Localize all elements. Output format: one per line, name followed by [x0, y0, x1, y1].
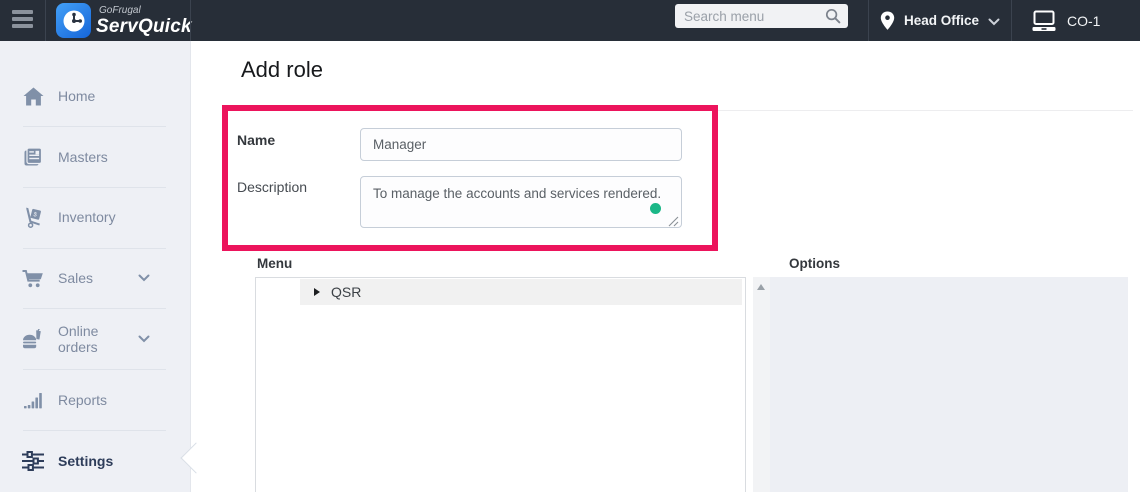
chevron-down-icon [138, 335, 150, 343]
brand-text: GoFrugal ServQuick [96, 3, 192, 37]
topbar-divider [190, 0, 191, 41]
textarea-resize-handle[interactable] [668, 216, 679, 227]
search-icon [825, 8, 841, 24]
green-dot-indicator [650, 203, 661, 214]
sidebar-divider [23, 248, 166, 249]
topbar-divider [1011, 0, 1012, 41]
settings-sliders-icon [22, 450, 44, 472]
brand-company: GoFrugal [99, 5, 192, 16]
sidebar-divider [23, 308, 166, 309]
role-name-input[interactable] [360, 128, 682, 161]
inventory-icon: $ [22, 206, 44, 228]
terminal-label: CO-1 [1067, 13, 1100, 29]
sidebar-item-home[interactable]: Home [0, 76, 190, 116]
sidebar-item-reports[interactable]: Reports [0, 380, 190, 420]
scroll-up-arrow-icon[interactable] [757, 284, 765, 290]
hamburger-menu-icon[interactable] [12, 10, 34, 30]
store-selector-label: Head Office [904, 13, 979, 28]
reports-icon [22, 389, 44, 411]
sidebar-item-label: Inventory [58, 209, 116, 225]
options-section-label: Options [789, 256, 840, 271]
name-field-label: Name [237, 132, 275, 148]
home-icon [22, 85, 44, 107]
sidebar-item-online-orders[interactable]: Online orders [0, 319, 190, 359]
tree-node-qsr[interactable]: QSR [300, 279, 742, 305]
terminal-indicator[interactable]: CO-1 [1032, 0, 1100, 41]
title-divider [241, 110, 1133, 111]
page-title: Add role [241, 57, 323, 83]
search-input[interactable] [675, 4, 848, 28]
chevron-down-icon [988, 18, 1000, 26]
main-content: Add role Name Description To manage the … [191, 41, 1140, 492]
sidebar-item-masters[interactable]: Masters [0, 137, 190, 177]
topbar: GoFrugal ServQuick Head Office CO-1 [0, 0, 1140, 41]
expand-caret-icon[interactable] [314, 288, 320, 296]
description-field-label: Description [237, 179, 307, 195]
location-pin-icon [880, 11, 895, 31]
brand-product: ServQuick [96, 16, 192, 37]
topbar-divider [45, 0, 46, 41]
store-selector[interactable]: Head Office [880, 0, 1000, 41]
online-orders-icon [22, 328, 44, 350]
sidebar: Home Masters $ [0, 41, 191, 492]
computer-icon [1032, 10, 1058, 32]
chevron-down-icon [138, 274, 150, 282]
brand-logo[interactable]: GoFrugal ServQuick [56, 3, 192, 38]
tree-node-label: QSR [331, 284, 361, 300]
options-panel [770, 277, 1128, 492]
sidebar-divider [23, 430, 166, 431]
sidebar-item-settings[interactable]: Settings [0, 441, 190, 481]
sidebar-item-label: Home [58, 88, 95, 104]
servquick-clock-logo-icon [56, 3, 91, 38]
sidebar-divider [23, 126, 166, 127]
masters-icon [22, 146, 44, 168]
sidebar-item-inventory[interactable]: $ Inventory [0, 197, 190, 237]
sales-cart-icon [22, 267, 44, 289]
sidebar-item-label: Reports [58, 392, 107, 408]
menu-tree-panel: QSR [255, 277, 746, 492]
sidebar-divider [23, 369, 166, 370]
sidebar-item-label: Sales [58, 270, 93, 286]
sidebar-item-sales[interactable]: Sales [0, 258, 190, 298]
sidebar-item-label: Settings [58, 453, 113, 469]
role-description-textarea[interactable]: To manage the accounts and services rend… [360, 176, 682, 228]
sidebar-item-label: Online orders [58, 323, 138, 355]
topbar-divider [868, 0, 869, 41]
menu-section-label: Menu [257, 256, 292, 271]
sidebar-item-label: Masters [58, 149, 108, 165]
menu-panel-scrollbar[interactable] [753, 277, 770, 492]
sidebar-divider [23, 187, 166, 188]
search-menu-box [675, 4, 848, 28]
